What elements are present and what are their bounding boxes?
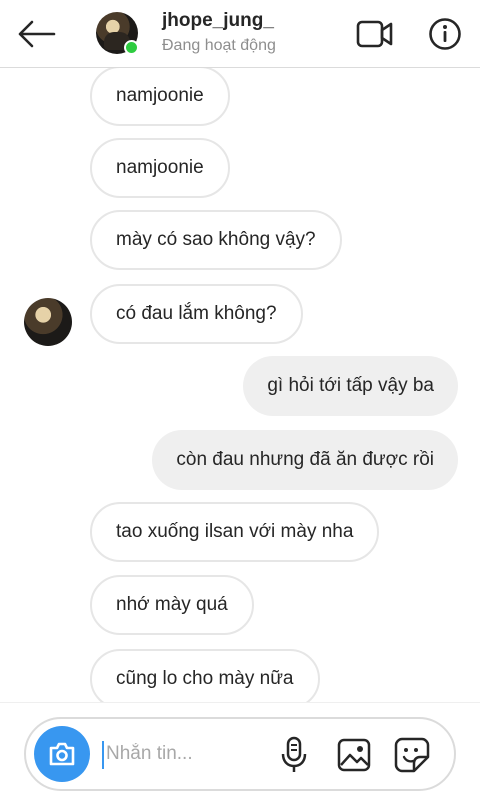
message-text: namjoonie <box>116 85 204 106</box>
message-composer[interactable] <box>24 717 456 791</box>
message-text: nhớ mày quá <box>116 594 228 615</box>
message-text: còn đau nhưng đã ăn được rồi <box>176 449 434 470</box>
message-bubble-incoming[interactable]: namjoonie <box>90 138 230 198</box>
profile-avatar[interactable] <box>96 12 139 55</box>
microphone-icon <box>281 736 307 772</box>
chat-header: jhope_jung_ Đang hoạt động <box>0 0 480 68</box>
message-text: mày có sao không vậy? <box>116 229 316 250</box>
message-bubble-outgoing[interactable]: gì hỏi tới tấp vậy ba <box>243 356 458 416</box>
message-bubble-outgoing[interactable]: còn đau nhưng đã ăn được rồi <box>152 430 458 490</box>
message-text: tao xuống ilsan với mày nha <box>116 521 354 542</box>
message-thread[interactable]: namjoonie namjoonie mày có sao không vậy… <box>0 0 480 811</box>
gallery-button[interactable] <box>334 735 374 775</box>
back-button[interactable] <box>14 14 58 54</box>
message-text: namjoonie <box>116 157 204 178</box>
text-caret <box>102 741 104 769</box>
microphone-button[interactable] <box>276 735 312 775</box>
image-icon <box>337 738 371 772</box>
message-text: cũng lo cho mày nữa <box>116 668 294 689</box>
message-text: gì hỏi tới tấp vậy ba <box>267 375 434 396</box>
video-call-button[interactable] <box>354 14 396 54</box>
message-bubble-incoming[interactable]: nhớ mày quá <box>90 575 254 635</box>
arrow-left-icon <box>18 20 56 48</box>
sender-avatar[interactable] <box>24 298 72 346</box>
online-status-dot <box>124 40 139 55</box>
message-bubble-incoming[interactable]: cũng lo cho mày nữa <box>90 649 320 709</box>
message-bubble-incoming[interactable]: mày có sao không vậy? <box>90 210 342 270</box>
message-bubble-incoming[interactable]: có đau lắm không? <box>90 284 303 344</box>
chat-username[interactable]: jhope_jung_ <box>162 10 274 32</box>
camera-icon <box>49 742 75 766</box>
message-bubble-incoming[interactable]: namjoonie <box>90 66 230 126</box>
message-bubble-incoming[interactable]: tao xuống ilsan với mày nha <box>90 502 380 562</box>
video-camera-icon <box>356 20 393 48</box>
info-circle-icon <box>429 18 461 50</box>
sticker-icon <box>394 737 430 773</box>
composer-area <box>0 702 480 811</box>
sticker-button[interactable] <box>392 735 432 775</box>
message-text: có đau lắm không? <box>116 303 277 324</box>
info-button[interactable] <box>424 14 466 54</box>
active-status: Đang hoạt động <box>162 37 276 54</box>
camera-button[interactable] <box>34 726 90 782</box>
message-input[interactable] <box>106 737 266 771</box>
